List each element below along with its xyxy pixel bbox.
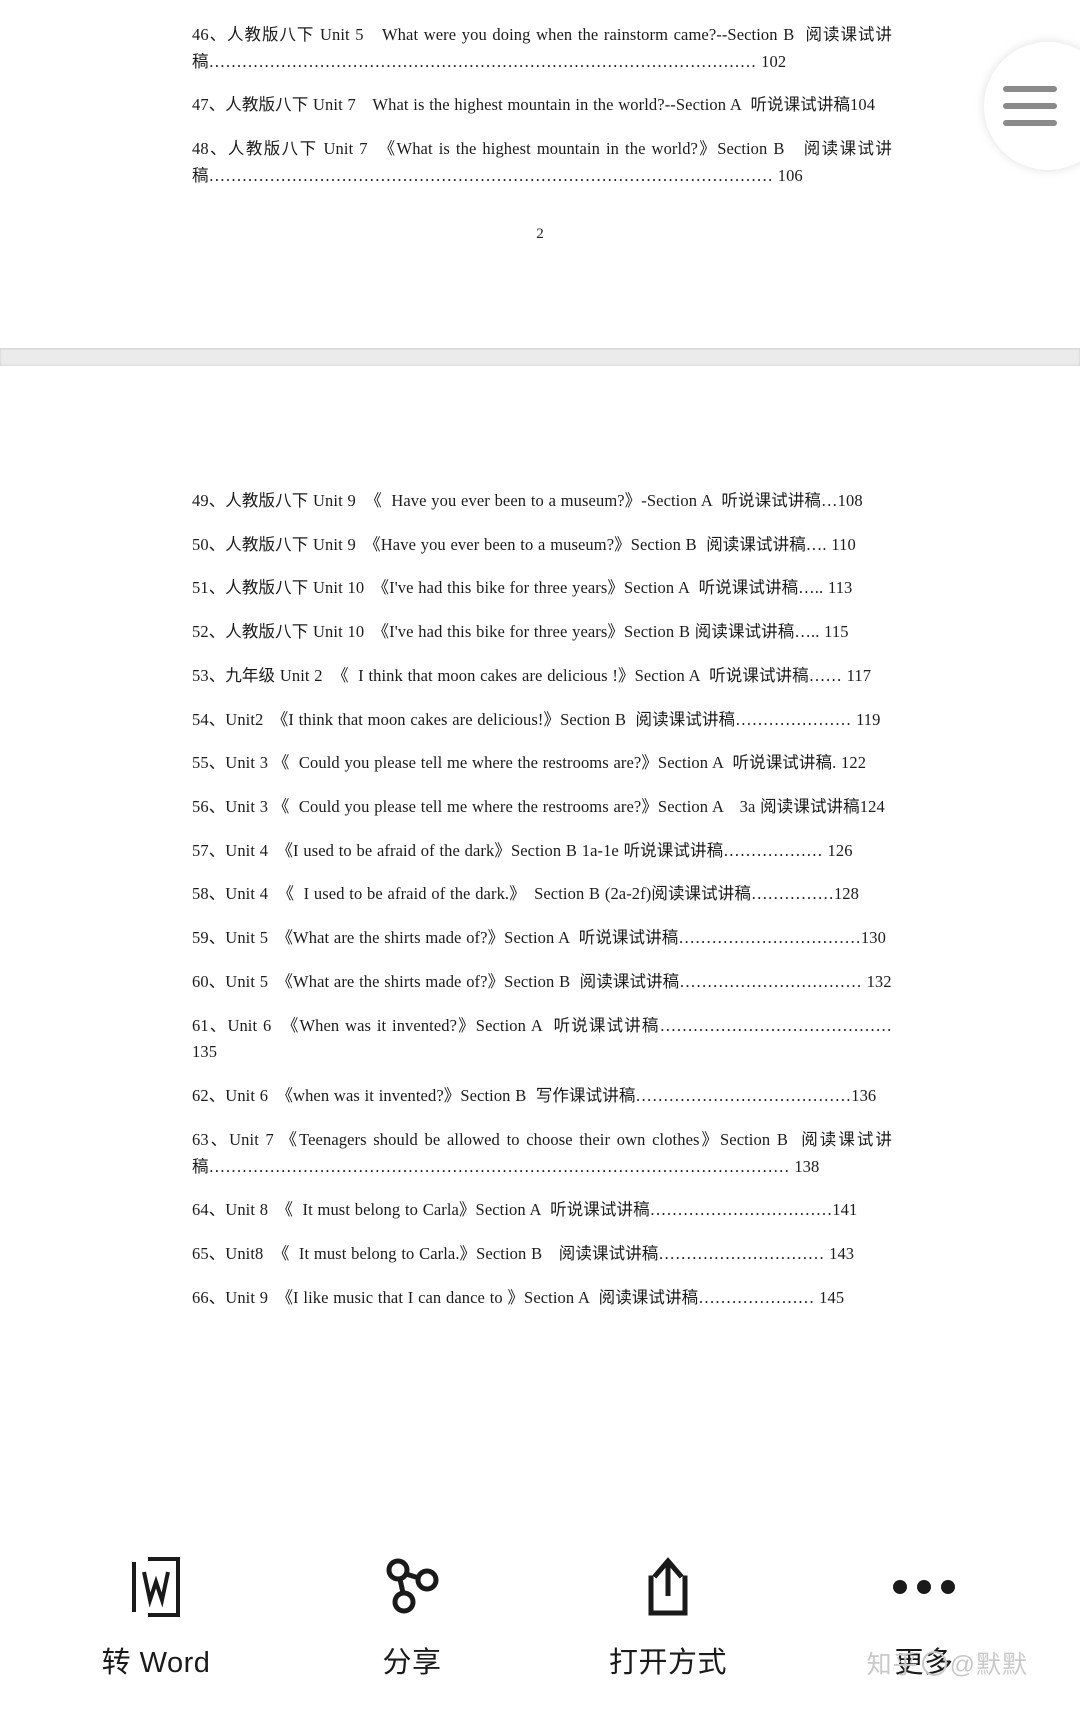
- toc-entry: 64、Unit 8 《 It must belong to Carla》Sect…: [192, 1200, 858, 1220]
- toc-entry: 47、人教版八下 Unit 7 What is the highest moun…: [192, 95, 876, 115]
- word-doc-icon: [128, 1555, 184, 1618]
- hamburger-icon-bar: [1003, 86, 1057, 92]
- bottom-toolbar: 转 Word 分享 打开方式 更多: [0, 1535, 1080, 1717]
- toc-entry: 56、Unit 3 《 Could you please tell me whe…: [192, 797, 885, 817]
- toolbar-label: 分享: [382, 1646, 442, 1679]
- toc-entry: 60、Unit 5 《What are the shirts made of?》…: [192, 971, 892, 991]
- toc-entry: 52、人教版八下 Unit 10 《I've had this bike for…: [192, 622, 849, 642]
- convert-to-word-button[interactable]: 转 Word: [41, 1555, 271, 1681]
- page-number: 2: [536, 225, 544, 242]
- toc-entry: 55、Unit 3 《 Could you please tell me whe…: [192, 753, 867, 773]
- toc-list-bottom: 49、人教版八下 Unit 9 《 Have you ever been to …: [188, 488, 892, 1311]
- toolbar-label: 转 Word: [101, 1646, 211, 1679]
- toc-entry: 63、Unit 7 《Teenagers should be allowed t…: [192, 1129, 892, 1176]
- hamburger-icon-bar: [1003, 103, 1057, 109]
- toc-entry: 49、人教版八下 Unit 9 《 Have you ever been to …: [192, 491, 863, 510]
- document-page-bottom[interactable]: 49、人教版八下 Unit 9 《 Have you ever been to …: [0, 366, 1080, 1406]
- toc-entry: 53、九年级 Unit 2 《 I think that moon cakes …: [192, 665, 872, 685]
- toc-entry: 48、人教版八下 Unit 7 《What is the highest mou…: [192, 139, 892, 185]
- toc-entry: 61、Unit 6 《When was it invented?》Section…: [192, 1015, 897, 1062]
- toc-entry: 54、Unit2 《I think that moon cakes are de…: [192, 709, 881, 729]
- toolbar-label: 更多: [894, 1646, 954, 1679]
- toc-entry: 65、Unit8 《 It must belong to Carla.》Sect…: [192, 1243, 855, 1263]
- toc-entry: 62、Unit 6 《when was it invented?》Section…: [192, 1086, 877, 1106]
- page-separator: [0, 348, 1080, 366]
- ellipsis-icon: [891, 1556, 957, 1618]
- hamburger-icon-bar: [1003, 120, 1057, 126]
- open-with-upload-icon: [641, 1556, 695, 1618]
- toc-entry: 58、Unit 4 《 I used to be afraid of the d…: [192, 884, 859, 904]
- more-button[interactable]: 更多: [809, 1556, 1039, 1681]
- share-button[interactable]: 分享: [297, 1556, 527, 1681]
- toc-entry: 51、人教版八下 Unit 10 《I've had this bike for…: [192, 578, 853, 598]
- share-nodes-icon: [382, 1556, 442, 1618]
- toc-entry: 50、人教版八下 Unit 9 《Have you ever been to a…: [192, 534, 856, 554]
- toc-entry: 57、Unit 4 《I used to be afraid of the da…: [192, 840, 853, 860]
- toolbar-label: 打开方式: [608, 1646, 727, 1679]
- toc-entry: 66、Unit 9 《I like music that I can dance…: [192, 1287, 845, 1307]
- open-with-button[interactable]: 打开方式: [553, 1556, 783, 1681]
- toc-entry: 59、Unit 5 《What are the shirts made of?》…: [192, 928, 886, 948]
- toc-list-top: 46、人教版八下 Unit 5 What were you doing when…: [188, 22, 892, 190]
- document-page-top[interactable]: 46、人教版八下 Unit 5 What were you doing when…: [0, 0, 1080, 348]
- toc-entry: 46、人教版八下 Unit 5 What were you doing when…: [192, 25, 892, 71]
